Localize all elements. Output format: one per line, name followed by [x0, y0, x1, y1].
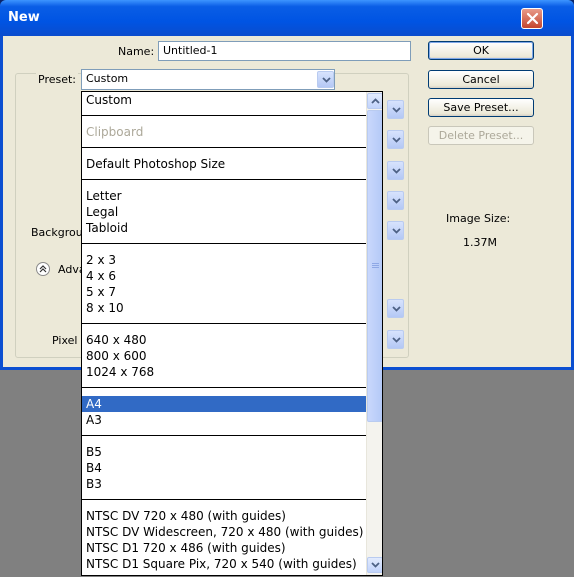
chevron-down-icon — [371, 562, 380, 568]
preset-option[interactable]: A4 — [82, 396, 366, 412]
menu-separator — [82, 435, 366, 436]
color-profile-dropdown-button[interactable] — [387, 299, 404, 318]
preset-option[interactable]: NTSC D1 Square Pix, 720 x 540 (with guid… — [82, 556, 366, 572]
preset-option[interactable]: B5 — [82, 444, 366, 460]
resolution-unit-dropdown-button[interactable] — [387, 161, 404, 180]
window-title: New — [8, 10, 40, 25]
preset-select-value: Custom — [86, 72, 129, 85]
preset-option[interactable]: NTSC DV Widescreen, 720 x 480 (with guid… — [82, 524, 366, 540]
preset-option[interactable]: 2 x 3 — [82, 252, 366, 268]
menu-separator — [82, 243, 366, 244]
preset-select[interactable]: Custom — [81, 69, 335, 90]
preset-option[interactable]: Letter — [82, 188, 366, 204]
scroll-up-button[interactable] — [367, 93, 382, 109]
cancel-button[interactable]: Cancel — [428, 70, 534, 89]
double-chevron-up-icon — [39, 265, 47, 273]
scroll-grip — [372, 265, 379, 266]
chevron-down-icon — [392, 137, 401, 143]
title-bar[interactable]: New — [0, 0, 574, 36]
preset-option[interactable]: B3 — [82, 476, 366, 492]
menu-separator — [82, 499, 366, 500]
preset-option[interactable]: NTSC D1 720 x 486 (with guides) — [82, 540, 366, 556]
pixel-aspect-dropdown-button[interactable] — [387, 330, 404, 349]
preset-option[interactable]: A3 — [82, 412, 366, 428]
background-dropdown-button[interactable] — [387, 221, 404, 240]
name-label: Name: — [118, 45, 155, 58]
ok-button[interactable]: OK — [428, 41, 534, 60]
preset-option: Clipboard — [86, 125, 144, 139]
preset-option[interactable]: 8 x 10 — [82, 300, 366, 316]
preset-option[interactable]: Legal — [82, 204, 366, 220]
image-size-label: Image Size: — [446, 212, 511, 225]
preset-option[interactable]: 640 x 480 — [82, 332, 366, 348]
chevron-down-icon — [392, 168, 401, 174]
preset-option[interactable]: Tabloid — [82, 220, 366, 236]
save-preset-button[interactable]: Save Preset... — [428, 98, 534, 117]
dropdown-scrollbar[interactable] — [366, 92, 382, 575]
preset-option[interactable]: Default Photoshop Size — [82, 156, 366, 172]
preset-option[interactable]: 5 x 7 — [82, 284, 366, 300]
preset-option[interactable]: NTSC DV 720 x 480 (with guides) — [82, 508, 366, 524]
advanced-toggle[interactable] — [36, 262, 50, 276]
preset-dropdown-list[interactable]: Custom Clipboard Default Photoshop Size Let… — [81, 91, 383, 576]
chevron-down-icon — [392, 198, 401, 204]
name-input[interactable]: Untitled-1 — [158, 41, 411, 61]
pixel-aspect-label: Pixel — [52, 334, 78, 347]
background-label: Backgrou — [31, 226, 83, 239]
preset-dropdown-button[interactable] — [317, 71, 334, 88]
delete-preset-button: Delete Preset... — [428, 126, 534, 145]
chevron-down-icon — [322, 77, 331, 83]
scroll-down-button[interactable] — [367, 557, 382, 573]
menu-separator — [82, 387, 366, 388]
width-unit-dropdown-button[interactable] — [387, 100, 404, 119]
color-mode-depth-dropdown-button[interactable] — [387, 191, 404, 210]
scroll-thumb[interactable] — [367, 110, 382, 422]
preset-option[interactable]: Custom — [82, 92, 366, 108]
preset-option[interactable]: 1024 x 768 — [82, 364, 366, 380]
preset-option[interactable]: 4 x 6 — [82, 268, 366, 284]
preset-option[interactable]: 800 x 600 — [82, 348, 366, 364]
menu-separator — [82, 147, 366, 148]
chevron-down-icon — [392, 228, 401, 234]
preset-label: Preset: — [36, 73, 79, 86]
height-unit-dropdown-button[interactable] — [387, 130, 404, 149]
close-icon — [526, 12, 539, 25]
menu-separator — [82, 323, 366, 324]
menu-separator — [82, 179, 366, 180]
scroll-grip — [372, 267, 379, 268]
image-size-value: 1.37M — [463, 236, 497, 249]
chevron-up-icon — [371, 98, 380, 104]
scroll-grip — [372, 263, 379, 264]
menu-separator — [82, 115, 366, 116]
close-button[interactable] — [521, 8, 543, 29]
chevron-down-icon — [392, 306, 401, 312]
preset-option[interactable]: B4 — [82, 460, 366, 476]
chevron-down-icon — [392, 337, 401, 343]
preset-options: Custom Clipboard Default Photoshop Size Let… — [82, 92, 366, 572]
chevron-down-icon — [392, 107, 401, 113]
